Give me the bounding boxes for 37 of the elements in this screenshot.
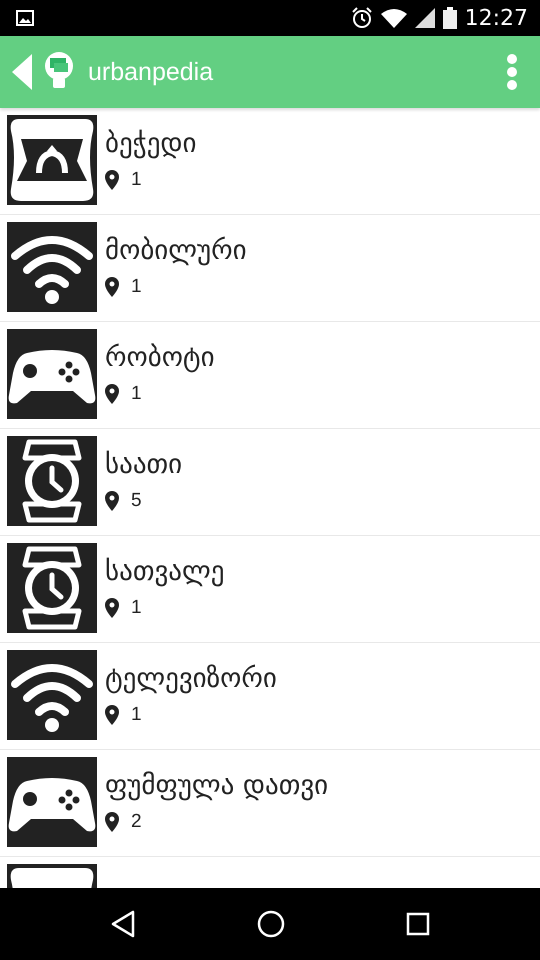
home-icon[interactable]	[256, 910, 285, 938]
item-title[interactable]: საათი	[105, 448, 182, 482]
wifi-signal-icon	[380, 8, 407, 28]
map-pin-icon	[105, 170, 119, 190]
map-pin-icon	[105, 384, 119, 404]
recent-apps-icon[interactable]	[406, 912, 430, 936]
cell-signal-icon	[414, 8, 435, 28]
item-title[interactable]: რობოტი	[105, 341, 215, 375]
map-pin-icon	[105, 598, 119, 618]
watch-icon	[7, 543, 97, 633]
location-count: 5	[131, 490, 142, 512]
wifi-icon	[7, 650, 97, 740]
image-icon	[16, 10, 34, 26]
map-pin-icon	[105, 705, 119, 725]
location-count: 1	[131, 383, 142, 405]
item-title[interactable]: ბეჭედი	[105, 127, 196, 161]
location-count: 1	[131, 597, 142, 619]
location-count: 1	[131, 704, 142, 726]
item-title[interactable]: ტელევიზორი	[105, 662, 277, 696]
alarm-icon	[350, 7, 373, 29]
back-icon[interactable]	[110, 910, 136, 938]
gamepad-icon	[7, 757, 97, 847]
item-title[interactable]: მობილური	[105, 234, 247, 268]
location-count: 1	[131, 276, 142, 298]
map-pin-icon	[105, 277, 119, 297]
gamepad-icon	[7, 329, 97, 419]
item-title[interactable]: ფუმფულა დათვი	[105, 769, 328, 803]
battery-icon	[442, 7, 457, 29]
location-count: 1	[131, 169, 142, 191]
clock-time: 12:27	[464, 6, 528, 30]
location-count: 2	[131, 811, 142, 833]
wifi-icon	[7, 222, 97, 312]
app-title: urbanpedia	[88, 58, 214, 86]
watch-icon	[7, 436, 97, 526]
item-title[interactable]: სათვალე	[105, 555, 224, 589]
map-pin-icon	[105, 812, 119, 832]
map-pin-icon	[105, 491, 119, 511]
